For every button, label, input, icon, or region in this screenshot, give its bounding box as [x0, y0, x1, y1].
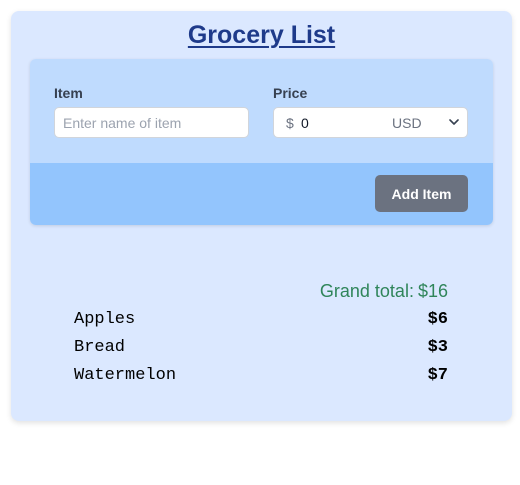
item-price: $3 [427, 338, 448, 357]
item-price: $7 [427, 366, 448, 385]
currency-select[interactable]: USD [392, 115, 422, 131]
list-item: Apples $6 [74, 308, 448, 336]
price-field[interactable]: $ USD [273, 107, 468, 138]
add-item-button[interactable]: Add Item [375, 175, 468, 212]
item-name: Apples [74, 310, 136, 329]
grocery-items-list: Apples $6 Bread $3 Watermelon $7 [74, 308, 448, 392]
currency-symbol: $ [286, 115, 294, 131]
page-title: Grocery List [187, 21, 336, 49]
item-name: Bread [74, 338, 126, 357]
item-label: Item [54, 85, 83, 101]
list-item: Bread $3 [74, 336, 448, 364]
form-fields-section: Item Price $ USD [30, 59, 493, 163]
item-name: Watermelon [74, 366, 177, 385]
grocery-app: Grocery List Item Price $ USD Add Item G… [11, 11, 512, 421]
grand-total: Grand total: $16 [320, 281, 448, 302]
grand-total-label: Grand total: [319, 281, 414, 301]
item-name-input[interactable] [54, 107, 249, 138]
add-item-form: Item Price $ USD Add Item [30, 59, 493, 225]
price-label: Price [273, 85, 308, 101]
price-input[interactable] [301, 111, 381, 134]
item-price: $6 [427, 310, 448, 329]
chevron-down-icon[interactable] [449, 117, 459, 127]
grand-total-value: $16 [417, 281, 448, 301]
list-item: Watermelon $7 [74, 364, 448, 392]
